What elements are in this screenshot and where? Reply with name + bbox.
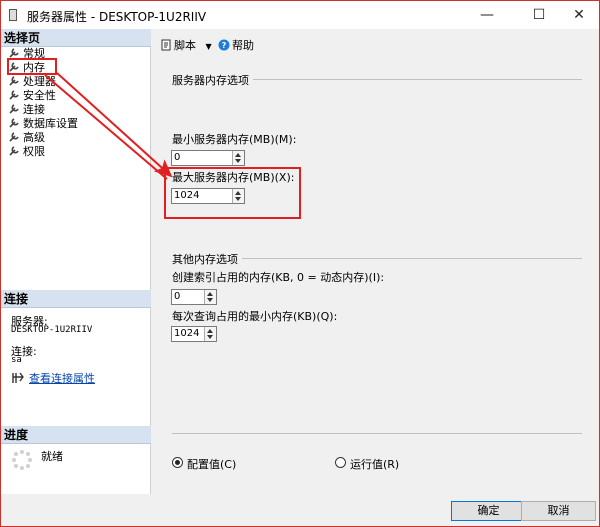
connection-properties-icon [12, 372, 24, 383]
page-item-advanced[interactable]: 高级 [9, 131, 45, 145]
connection-header: 连接 [1, 290, 151, 308]
help-label: 帮助 [232, 39, 254, 52]
wrench-icon [9, 90, 19, 100]
progress-spinner-icon [12, 450, 32, 470]
spinner-buttons[interactable] [232, 151, 244, 165]
spin-down-icon[interactable] [235, 159, 241, 163]
main-pane: 脚本 ▼ ? 帮助 服务器内存选项 最小服务器内存(MB)(M): 0 最大服务器… [152, 29, 599, 494]
min-server-memory-spinner[interactable]: 0 [171, 150, 245, 166]
close-button[interactable]: ✕ [559, 1, 599, 29]
wrench-icon [9, 76, 19, 86]
index-memory-label: 创建索引占用的内存(KB, 0 = 动态内存)(I): [172, 271, 385, 284]
page-item-processor[interactable]: 处理器 [9, 75, 56, 89]
wrench-icon [9, 132, 19, 142]
query-memory-value: 1024 [174, 328, 200, 339]
page-item-permissions[interactable]: 权限 [9, 145, 45, 159]
query-memory-label: 每次查询占用的最小内存(KB)(Q): [172, 310, 338, 323]
window-icon [9, 9, 17, 21]
spin-up-icon[interactable] [235, 153, 241, 157]
maximize-button[interactable]: ☐ [519, 1, 559, 29]
page-item-database-settings[interactable]: 数据库设置 [9, 117, 78, 131]
server-properties-dialog: 服务器属性 - DESKTOP-1U2RIIV — ☐ ✕ 选择页 常规 内存 … [0, 0, 600, 527]
help-button[interactable]: ? 帮助 [218, 37, 254, 53]
window-title: 服务器属性 - DESKTOP-1U2RIIV [27, 10, 207, 24]
annotation-box-memory-page [7, 58, 57, 75]
server-value: DESKTOP-1U2RIIV [11, 325, 93, 335]
min-server-memory-label: 最小服务器内存(MB)(M): [172, 133, 297, 146]
running-value-radio[interactable] [335, 457, 346, 468]
index-memory-spinner[interactable]: 0 [171, 289, 217, 305]
page-item-label: 权限 [23, 145, 45, 158]
spinner-buttons[interactable] [204, 290, 216, 304]
page-item-label: 处理器 [23, 75, 56, 88]
page-item-label: 高级 [23, 131, 45, 144]
svg-text:?: ? [222, 41, 227, 50]
connection-value: sa [11, 355, 22, 365]
help-icon: ? [218, 39, 230, 51]
ok-button[interactable]: 确定 [451, 501, 526, 521]
script-icon [161, 39, 171, 51]
radio-separator [172, 433, 582, 434]
query-memory-spinner[interactable]: 1024 [171, 326, 217, 342]
page-item-label: 连接 [23, 103, 45, 116]
page-item-security[interactable]: 安全性 [9, 89, 56, 103]
configured-value-label[interactable]: 配置值(C) [187, 456, 236, 472]
server-memory-group-title: 服务器内存选项 [172, 72, 253, 88]
wrench-icon [9, 48, 19, 58]
annotation-box-max-memory [164, 167, 301, 219]
min-server-memory-value: 0 [174, 152, 181, 163]
spin-up-icon[interactable] [207, 292, 213, 296]
page-item-label: 安全性 [23, 89, 56, 102]
spinner-buttons[interactable] [204, 327, 216, 341]
spin-down-icon[interactable] [207, 298, 213, 302]
script-button[interactable]: 脚本 ▼ [160, 37, 212, 53]
script-label: 脚本 [174, 39, 196, 52]
other-memory-group-title: 其他内存选项 [172, 251, 242, 267]
left-pane: 选择页 常规 内存 处理器 安全性 连接 数据库设置 高级 权限 连接 服务器:… [1, 29, 151, 494]
running-value-label[interactable]: 运行值(R) [350, 456, 399, 472]
page-item-label: 数据库设置 [23, 117, 78, 130]
title-bar: 服务器属性 - DESKTOP-1U2RIIV — ☐ ✕ [1, 1, 599, 29]
wrench-icon [9, 104, 19, 114]
progress-status: 就绪 [41, 450, 63, 463]
select-page-header: 选择页 [1, 29, 151, 47]
index-memory-value: 0 [174, 291, 181, 302]
view-connection-properties-link[interactable]: 查看连接属性 [29, 370, 95, 386]
cancel-button[interactable]: 取消 [521, 501, 596, 521]
progress-header: 进度 [1, 426, 151, 444]
wrench-icon [9, 146, 19, 156]
spin-up-icon[interactable] [207, 329, 213, 333]
page-item-connections[interactable]: 连接 [9, 103, 45, 117]
minimize-button[interactable]: — [467, 1, 507, 29]
wrench-icon [9, 118, 19, 128]
spin-down-icon[interactable] [207, 335, 213, 339]
configured-value-radio[interactable] [172, 457, 183, 468]
dropdown-arrow-icon[interactable]: ▼ [206, 42, 212, 51]
